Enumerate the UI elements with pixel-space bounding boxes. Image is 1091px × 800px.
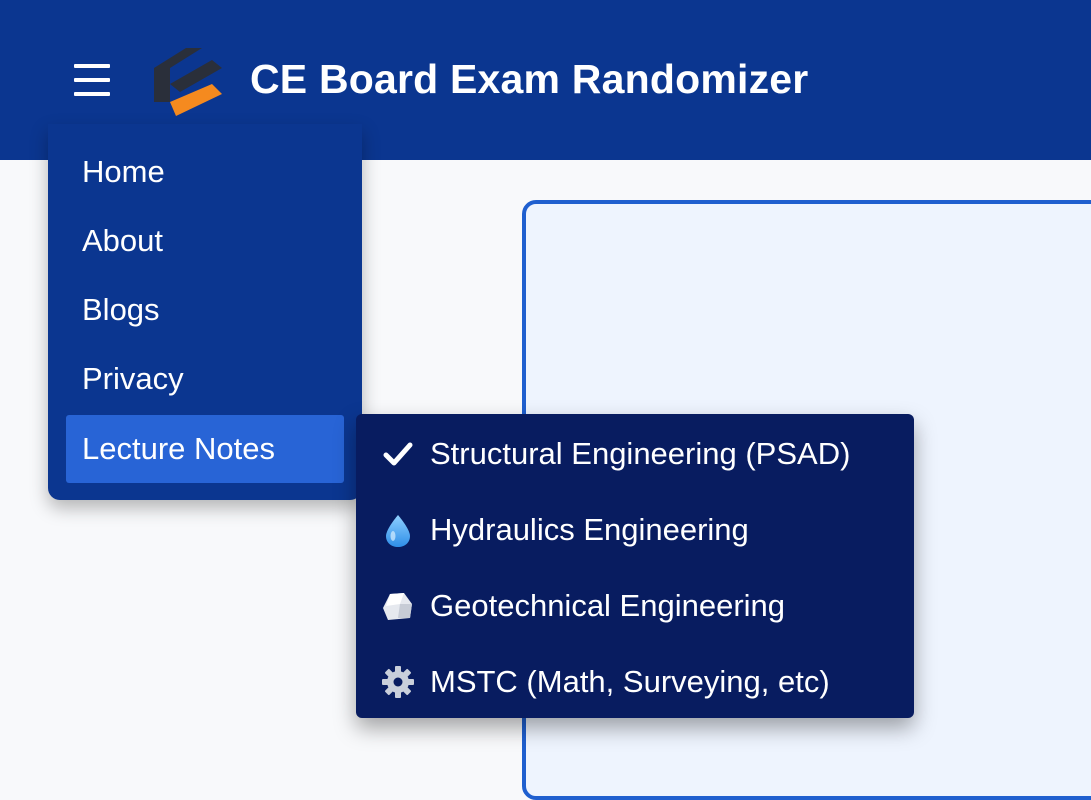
submenu-item-geotechnical[interactable]: Geotechnical Engineering xyxy=(356,568,914,644)
nav-item-privacy[interactable]: Privacy xyxy=(66,345,344,413)
checkmark-icon xyxy=(380,436,416,472)
nav-item-home[interactable]: Home xyxy=(66,138,344,206)
rock-icon xyxy=(380,588,416,624)
submenu-label: Structural Engineering (PSAD) xyxy=(430,436,851,471)
app-title: CE Board Exam Randomizer xyxy=(250,56,809,102)
submenu-label: MSTC (Math, Surveying, etc) xyxy=(430,664,830,699)
ce-logo-icon xyxy=(150,40,226,120)
submenu-label: Hydraulics Engineering xyxy=(430,512,749,547)
water-drop-icon xyxy=(380,512,416,548)
nav-dropdown-menu: Home About Blogs Privacy Lecture Notes xyxy=(48,124,362,500)
lecture-notes-submenu: Structural Engineering (PSAD) Hydraulics… xyxy=(356,414,914,718)
submenu-item-structural[interactable]: Structural Engineering (PSAD) xyxy=(356,416,914,492)
submenu-label: Geotechnical Engineering xyxy=(430,588,786,623)
nav-item-about[interactable]: About xyxy=(66,207,344,275)
nav-item-lecture-notes[interactable]: Lecture Notes xyxy=(66,415,344,483)
hamburger-menu-icon[interactable] xyxy=(72,62,112,100)
gear-icon xyxy=(380,664,416,700)
nav-item-blogs[interactable]: Blogs xyxy=(66,276,344,344)
submenu-item-hydraulics[interactable]: Hydraulics Engineering xyxy=(356,492,914,568)
submenu-item-mstc[interactable]: MSTC (Math, Surveying, etc) xyxy=(356,644,914,720)
